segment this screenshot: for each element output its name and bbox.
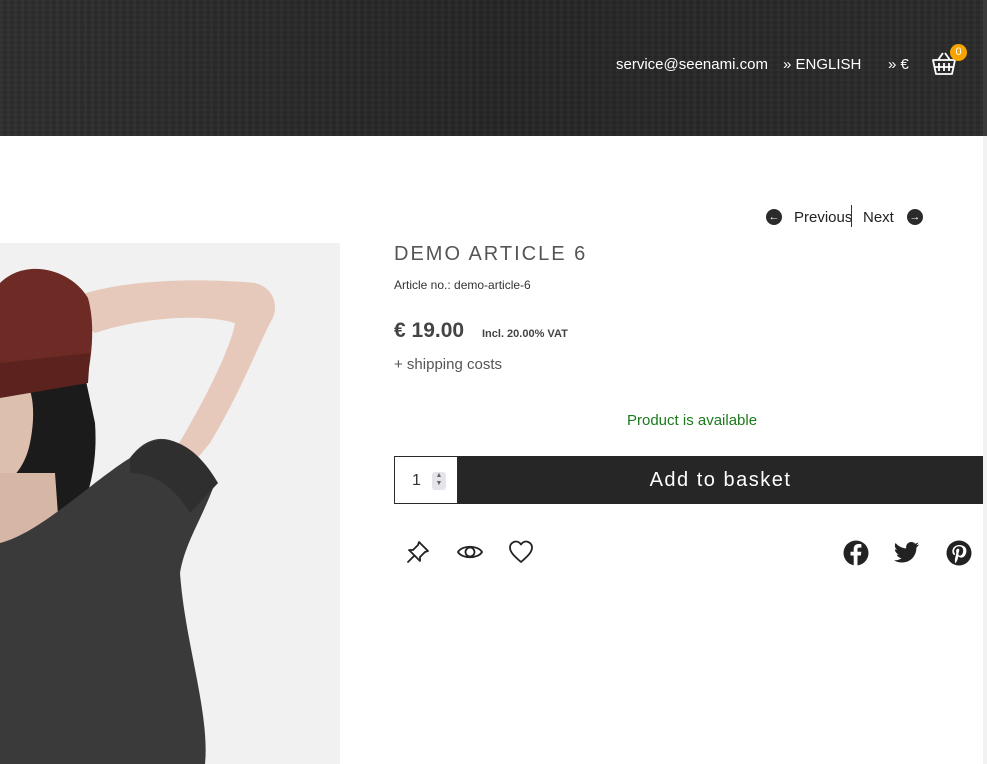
page-scrollbar-thumb[interactable]	[983, 0, 987, 136]
previous-article-link[interactable]: ← Previous	[766, 207, 852, 227]
eye-icon[interactable]	[456, 539, 484, 565]
spinner-arrows-icon[interactable]: ▲ ▼	[432, 472, 446, 490]
quantity-stepper[interactable]: 1 ▲ ▼	[394, 456, 458, 504]
next-article-link[interactable]: Next →	[863, 207, 923, 227]
product-image[interactable]	[0, 243, 340, 764]
facebook-icon[interactable]	[843, 540, 869, 566]
pinterest-icon[interactable]	[946, 540, 972, 566]
product-title: DEMO ARTICLE 6	[394, 243, 588, 265]
heart-icon[interactable]	[508, 539, 534, 565]
next-label: Next	[863, 208, 894, 226]
basket-count-badge: 0	[950, 44, 967, 61]
previous-label: Previous	[794, 208, 853, 226]
article-number: Article no.: demo-article-6	[394, 278, 531, 292]
currency-selector[interactable]: » €	[888, 56, 909, 73]
arrow-left-icon: ←	[766, 209, 782, 225]
product-price: € 19.00	[394, 319, 465, 342]
service-email-link[interactable]: service@seenami.com	[616, 56, 768, 73]
twitter-icon[interactable]	[894, 541, 920, 567]
shipping-costs-link[interactable]: + shipping costs	[394, 356, 502, 373]
availability-status: Product is available	[627, 412, 758, 429]
quantity-value[interactable]: 1	[412, 472, 421, 490]
add-to-basket-button[interactable]: Add to basket	[458, 456, 983, 504]
vat-note: Incl. 20.00% VAT	[482, 328, 568, 340]
pin-icon[interactable]	[405, 539, 431, 565]
arrow-right-icon: →	[906, 209, 923, 225]
language-selector[interactable]: » ENGLISH	[783, 56, 861, 73]
prev-next-divider	[851, 205, 852, 227]
